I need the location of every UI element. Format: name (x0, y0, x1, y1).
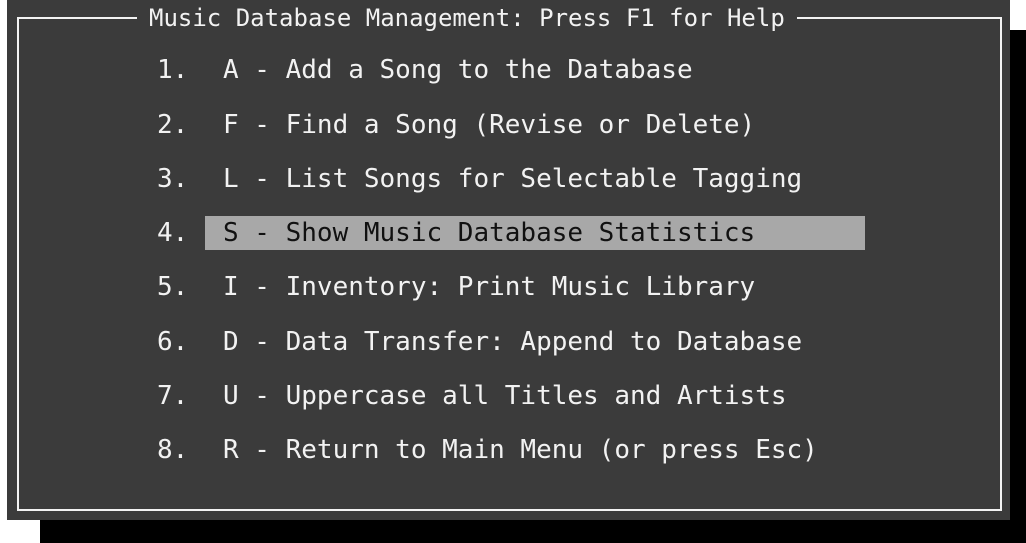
menu-item-label[interactable]: U - Uppercase all Titles and Artists (205, 379, 865, 413)
menu-item-number: 3. (157, 164, 189, 194)
menu-item-label-selected[interactable]: S - Show Music Database Statistics (205, 216, 865, 250)
menu-item-data-transfer[interactable]: 6. D - Data Transfer: Append to Database (157, 325, 877, 359)
menu-item-return-main-menu[interactable]: 8. R - Return to Main Menu (or press Esc… (157, 433, 877, 467)
menu-item-number: 6. (157, 327, 189, 357)
menu-item-number: 1. (157, 55, 189, 85)
menu-item-number: 4. (157, 218, 189, 248)
menu-item-add-song[interactable]: 1. A - Add a Song to the Database (157, 53, 877, 87)
menu-item-number: 5. (157, 272, 189, 302)
menu-list: 1. A - Add a Song to the Database 2. F -… (7, 0, 1010, 520)
menu-item-show-statistics[interactable]: 4. S - Show Music Database Statistics (157, 216, 877, 250)
dos-screen: Music Database Management: Press F1 for … (0, 0, 1026, 543)
menu-item-label[interactable]: R - Return to Main Menu (or press Esc) (205, 433, 865, 467)
menu-item-uppercase[interactable]: 7. U - Uppercase all Titles and Artists (157, 379, 877, 413)
menu-panel: Music Database Management: Press F1 for … (7, 0, 1010, 520)
menu-item-number: 2. (157, 110, 189, 140)
menu-item-label[interactable]: D - Data Transfer: Append to Database (205, 325, 865, 359)
menu-item-number: 8. (157, 435, 189, 465)
menu-item-label[interactable]: A - Add a Song to the Database (205, 53, 865, 87)
menu-item-inventory[interactable]: 5. I - Inventory: Print Music Library (157, 270, 877, 304)
menu-item-label[interactable]: L - List Songs for Selectable Tagging (205, 162, 865, 196)
menu-item-find-song[interactable]: 2. F - Find a Song (Revise or Delete) (157, 108, 877, 142)
menu-item-list-songs[interactable]: 3. L - List Songs for Selectable Tagging (157, 162, 877, 196)
menu-item-label[interactable]: I - Inventory: Print Music Library (205, 270, 865, 304)
menu-item-label[interactable]: F - Find a Song (Revise or Delete) (205, 108, 865, 142)
menu-item-number: 7. (157, 381, 189, 411)
